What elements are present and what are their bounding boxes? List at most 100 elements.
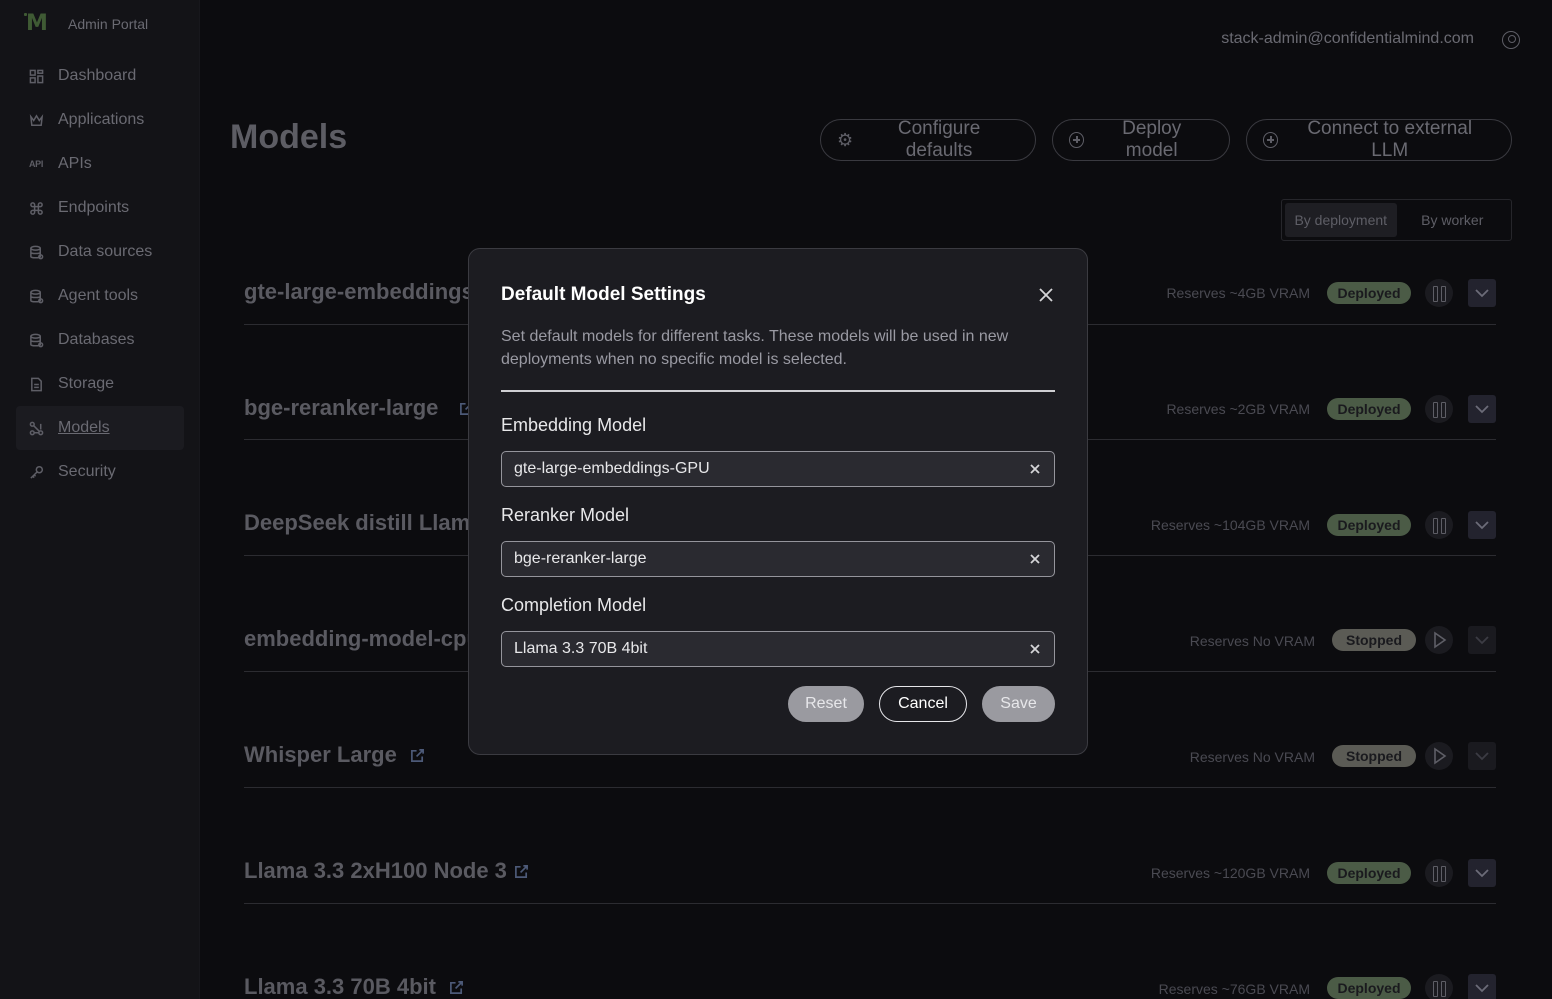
deploy-model-button[interactable]: Deploy model <box>1052 118 1230 161</box>
model-name: Llama 3.3 2xH100 Node 3 <box>244 858 507 883</box>
sidebar-item-apis[interactable]: API APIs <box>16 142 184 186</box>
reset-button[interactable]: Reset <box>788 686 864 722</box>
chevron-down-icon <box>1475 636 1489 645</box>
sidebar-item-label: Agent tools <box>58 287 139 304</box>
plus-circle-icon <box>1069 132 1085 148</box>
sidebar-item-dashboard[interactable]: Dashboard <box>16 54 184 98</box>
sidebar-item-data-sources[interactable]: Data sources <box>16 230 184 274</box>
external-link-icon[interactable] <box>410 748 424 762</box>
database-icon <box>28 332 44 348</box>
key-icon <box>28 464 44 480</box>
sidebar-item-label: Security <box>58 463 116 480</box>
vram-reservation: Reserves ~4GB VRAM <box>1166 285 1310 301</box>
expand-button[interactable] <box>1468 395 1496 423</box>
api-icon: API <box>28 159 44 169</box>
embedding-model-value: gte-large-embeddings-GPU <box>514 460 710 477</box>
configure-defaults-label: Configure defaults <box>897 118 981 161</box>
configure-defaults-button[interactable]: ⚙ Configure defaults <box>820 118 1036 161</box>
save-button[interactable]: Save <box>982 686 1055 722</box>
external-link-icon[interactable] <box>449 980 463 994</box>
model-row: Llama 3.3 70B 4bit Reserves ~76GB VRAM D… <box>244 904 1496 999</box>
sidebar-item-security[interactable]: Security <box>16 450 184 494</box>
vram-reservation: Reserves ~76GB VRAM <box>1158 981 1310 997</box>
play-button[interactable] <box>1425 626 1453 654</box>
sidebar-item-databases[interactable]: Databases <box>16 318 184 362</box>
sidebar-item-agent-tools[interactable]: Agent tools <box>16 274 184 318</box>
chevron-down-icon <box>1475 869 1489 878</box>
expand-button[interactable] <box>1468 742 1496 770</box>
external-link-icon[interactable] <box>514 864 528 878</box>
reranker-model-label: Reranker Model <box>501 505 630 525</box>
model-name: DeepSeek distill Llama <box>244 510 483 535</box>
page-title: Models <box>230 118 348 156</box>
close-button[interactable] <box>1036 285 1056 305</box>
dialog-title: Default Model Settings <box>501 284 706 305</box>
clear-reranker-button[interactable] <box>1028 552 1042 566</box>
gear-icon: ⚙ <box>837 129 854 150</box>
dialog-description: Set default models for different tasks. … <box>501 328 1009 368</box>
user-avatar-icon[interactable] <box>1502 31 1520 49</box>
connect-external-llm-button[interactable]: Connect to external LLM <box>1246 118 1512 161</box>
sidebar-item-applications[interactable]: Applications <box>16 98 184 142</box>
chevron-down-icon <box>1475 984 1489 993</box>
pause-button[interactable] <box>1425 859 1453 887</box>
user-email: stack-admin@confidentialmind.com <box>1221 30 1474 47</box>
sidebar-item-models[interactable]: Models <box>16 406 184 450</box>
close-icon <box>1030 554 1040 564</box>
connect-external-llm-label: Connect to external LLM <box>1307 118 1473 161</box>
status-badge: Deployed <box>1327 514 1411 536</box>
brand[interactable]: M Admin Portal <box>22 10 148 38</box>
pause-button[interactable] <box>1425 279 1453 307</box>
embedding-model-label: Embedding Model <box>501 415 647 435</box>
clear-embedding-button[interactable] <box>1028 462 1042 476</box>
brand-logo-icon: M <box>24 11 48 36</box>
expand-button[interactable] <box>1468 859 1496 887</box>
crown-icon <box>28 112 44 128</box>
pause-icon <box>1432 401 1446 418</box>
model-name: gte-large-embeddings <box>244 279 474 304</box>
model-name: bge-reranker-large <box>244 395 439 420</box>
vram-reservation: Reserves No VRAM <box>1189 749 1315 765</box>
sidebar-item-label: Storage <box>58 375 115 392</box>
vram-reservation: Reserves No VRAM <box>1189 633 1315 649</box>
pause-button[interactable] <box>1425 511 1453 539</box>
expand-button[interactable] <box>1468 279 1496 307</box>
pause-button[interactable] <box>1425 395 1453 423</box>
completion-model-select[interactable]: Llama 3.3 70B 4bit <box>501 631 1055 667</box>
sidebar-item-label: Data sources <box>58 243 153 260</box>
expand-button[interactable] <box>1468 974 1496 999</box>
close-icon <box>1030 464 1040 474</box>
status-badge: Stopped <box>1332 629 1416 651</box>
reranker-model-value: bge-reranker-large <box>514 550 647 567</box>
chevron-down-icon <box>1475 405 1489 414</box>
database-icon <box>28 288 44 304</box>
completion-model-value: Llama 3.3 70B 4bit <box>514 640 648 657</box>
embedding-model-select[interactable]: gte-large-embeddings-GPU <box>501 451 1055 487</box>
chevron-down-icon <box>1475 521 1489 530</box>
close-icon <box>1030 644 1040 654</box>
status-badge: Deployed <box>1327 398 1411 420</box>
model-name: embedding-model-cpu <box>244 626 480 651</box>
expand-button[interactable] <box>1468 511 1496 539</box>
sidebar-item-endpoints[interactable]: Endpoints <box>16 186 184 230</box>
vram-reservation: Reserves ~104GB VRAM <box>1150 517 1310 533</box>
reranker-model-select[interactable]: bge-reranker-large <box>501 541 1055 577</box>
sidebar-item-label: Databases <box>58 331 135 348</box>
cancel-button[interactable]: Cancel <box>879 686 967 722</box>
pause-icon <box>1432 980 1446 997</box>
deploy-model-label: Deploy model <box>1122 118 1182 161</box>
model-row: Llama 3.3 2xH100 Node 3 Reserves ~120GB … <box>244 788 1496 904</box>
sidebar-item-storage[interactable]: Storage <box>16 362 184 406</box>
status-badge: Stopped <box>1332 745 1416 767</box>
clear-completion-button[interactable] <box>1028 642 1042 656</box>
model-name: Whisper Large <box>244 742 397 767</box>
play-icon <box>1434 747 1447 765</box>
pause-button[interactable] <box>1425 974 1453 999</box>
file-icon <box>28 376 44 392</box>
sidebar-item-label: APIs <box>58 155 92 172</box>
divider <box>501 390 1055 392</box>
play-button[interactable] <box>1425 742 1453 770</box>
vram-reservation: Reserves ~2GB VRAM <box>1166 401 1310 417</box>
expand-button[interactable] <box>1468 626 1496 654</box>
plus-circle-icon <box>1263 132 1279 148</box>
